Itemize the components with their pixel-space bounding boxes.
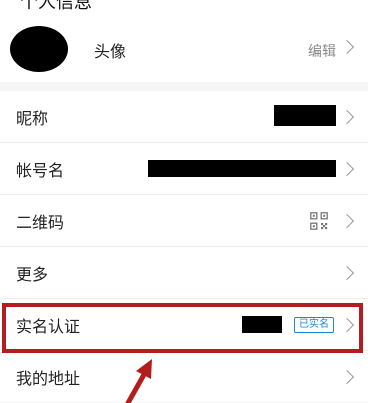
my-address-row[interactable]: 我的地址 — [0, 351, 368, 402]
account-name-label: 帐号名 — [16, 160, 65, 180]
real-name-value-redacted — [242, 316, 282, 333]
account-name-value-redacted — [148, 160, 336, 177]
qr-code-row[interactable]: 二维码 — [0, 195, 368, 247]
chevron-right-icon — [339, 109, 355, 124]
qr-code-label: 二维码 — [16, 212, 65, 232]
page-header: 个人信息 — [0, 0, 368, 10]
nickname-label: 昵称 — [16, 108, 49, 128]
avatar[interactable] — [10, 26, 68, 72]
chevron-right-icon — [339, 317, 355, 332]
chevron-right-icon — [339, 265, 355, 280]
qr-code-icon — [310, 211, 328, 230]
nickname-row[interactable]: 昵称 — [0, 91, 368, 143]
chevron-right-icon — [339, 213, 355, 228]
chevron-right-icon — [339, 39, 355, 55]
my-address-label: 我的地址 — [16, 368, 81, 388]
chevron-right-icon — [339, 369, 355, 384]
real-name-verification-row[interactable]: 实名认证 已实名 — [0, 299, 368, 351]
verified-badge: 已实名 — [294, 316, 334, 333]
real-name-verification-label: 实名认证 — [16, 316, 81, 336]
page-title: 个人信息 — [20, 0, 92, 10]
nickname-value-redacted — [274, 105, 336, 126]
edit-avatar-link[interactable]: 编辑 — [308, 41, 336, 61]
chevron-right-icon — [339, 161, 355, 176]
more-label: 更多 — [16, 264, 49, 284]
avatar-row[interactable]: 头像 编辑 — [0, 10, 368, 82]
account-name-row[interactable]: 帐号名 — [0, 143, 368, 195]
avatar-label: 头像 — [94, 42, 127, 61]
settings-list: 昵称 帐号名 二维码 更多 实名认证 已实名 我的地址 — [0, 91, 368, 402]
more-row[interactable]: 更多 — [0, 247, 368, 299]
